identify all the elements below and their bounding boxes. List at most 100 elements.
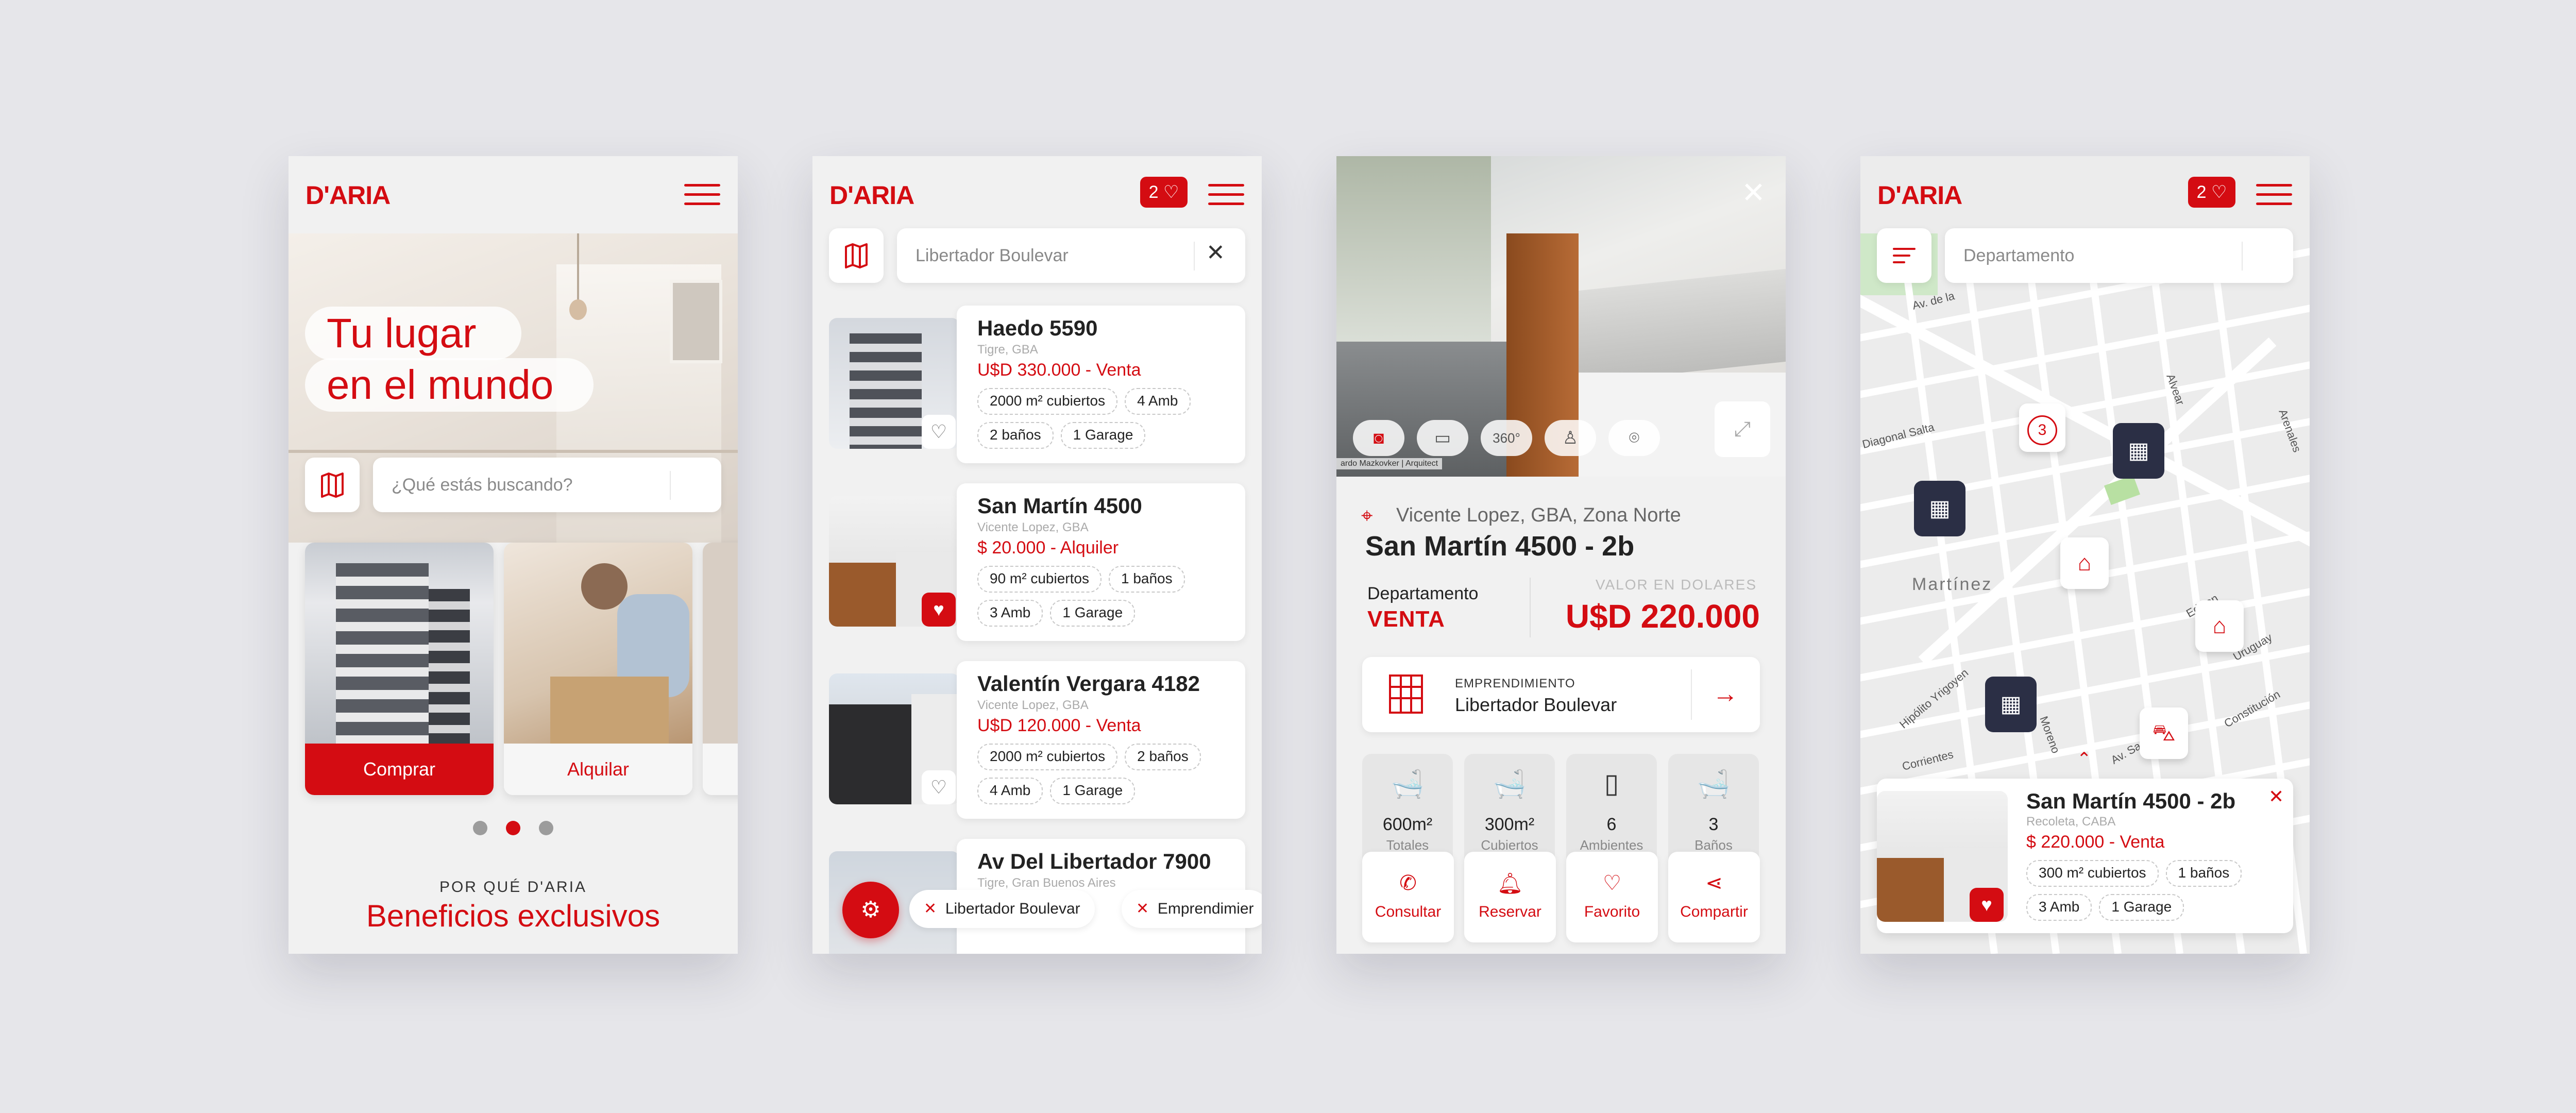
buy-button[interactable]: Comprar [305, 744, 494, 795]
search-input[interactable]: Libertador Boulevar ✕ [897, 228, 1245, 283]
operation-type: VENTA [1367, 606, 1445, 632]
car-marker-icon[interactable]: ⛍ [2140, 707, 2188, 759]
building-photo [305, 543, 494, 744]
family-photo [504, 543, 692, 744]
carousel-dot-3[interactable] [539, 821, 553, 835]
share-button[interactable]: ⋖ Compartir [1668, 852, 1760, 942]
reserve-button[interactable]: 🔔︎ Reservar [1464, 852, 1556, 942]
card-price: $ 220.000 - Venta [2026, 832, 2165, 852]
chevron-up-icon[interactable]: ⌃ [2077, 749, 2092, 769]
list-view-button[interactable] [1877, 228, 1931, 283]
photo-credit: ardo Mazkovker | Arquitect [1336, 458, 1443, 469]
tub-icon: 🛁 [1391, 769, 1425, 799]
heart-icon: ♡ [2211, 182, 2227, 202]
cluster-count: 3 [2027, 415, 2057, 445]
next-card[interactable] [703, 543, 738, 795]
card-title: Haedo 5590 [977, 316, 1098, 340]
filter-chip[interactable]: ✕ Libertador Boulevar [909, 890, 1095, 928]
camera-icon[interactable]: ◙ [1353, 420, 1404, 456]
project-name: Libertador Boulevar [1455, 694, 1617, 715]
menu-icon[interactable] [684, 182, 720, 208]
brand-logo[interactable]: D'ARIA [306, 180, 391, 210]
buy-card[interactable]: Comprar [305, 543, 494, 795]
cluster-marker[interactable]: 3 [2019, 403, 2065, 452]
property-type: Departamento [1367, 584, 1479, 603]
building-icon [1388, 673, 1424, 715]
tub-icon: 🛁 [1493, 769, 1527, 799]
remove-chip-icon[interactable]: ✕ [1136, 900, 1149, 917]
hero-title-line2: en el mundo [327, 362, 554, 408]
rent-card[interactable]: Alquilar [504, 543, 692, 795]
remove-chip-icon[interactable]: ✕ [924, 900, 937, 917]
filters-button[interactable]: ⚙ [842, 882, 899, 938]
close-card-icon[interactable]: ✕ [2268, 786, 2284, 807]
search-placeholder: ¿Qué estás buscando? [392, 475, 573, 495]
360-icon[interactable]: 360° [1481, 420, 1532, 456]
search-input[interactable]: Departamento [1945, 228, 2293, 283]
tag-garage: 1 Garage [1050, 778, 1136, 804]
carousel-dot-2-active[interactable] [506, 821, 520, 835]
brand-logo[interactable]: D'ARIA [829, 180, 914, 210]
tag-garage: 1 Garage [2099, 894, 2184, 921]
section-eyebrow: POR QUÉ D'ARIA [439, 879, 587, 896]
tag-surface: 2000 m² cubiertos [977, 744, 1118, 770]
favorite-heart-icon[interactable]: ♡ [922, 415, 956, 449]
favorite-heart-icon-active[interactable]: ♥ [1970, 888, 2004, 922]
detail-screen: ✕ ◙ ▭ 360° ♙ ⌾ ⤢ ardo Mazkovker | Arquit… [1336, 156, 1786, 954]
expand-icon[interactable]: ⤢ [1715, 401, 1770, 457]
map-icon [845, 243, 868, 268]
clear-search-icon[interactable]: ✕ [1206, 240, 1225, 266]
listing-card[interactable]: Valentín Vergara 4182 Vicente Lopez, GBA… [829, 661, 1245, 819]
location-icon[interactable]: ⌾ [1608, 420, 1660, 456]
area-label: Martínez [1912, 575, 1993, 594]
house-marker-icon[interactable]: ⌂ [2195, 600, 2244, 652]
map-screen: Av. de la Diagonal Salta Hipólito Yrigoy… [1860, 156, 2310, 954]
building-marker-icon[interactable]: ▦ [2113, 423, 2164, 479]
card-price: U$D 120.000 - Venta [977, 716, 1141, 735]
filter-chip[interactable]: ✕ Emprendimier [1122, 890, 1262, 928]
project-card[interactable]: EMPRENDIMIENTO Libertador Boulevar → [1362, 657, 1760, 732]
consult-button[interactable]: ✆ Consultar [1362, 852, 1454, 942]
map-view-button[interactable] [305, 458, 360, 512]
door-icon: ▯ [1604, 769, 1619, 799]
tag-rooms: 3 Amb [2026, 894, 2092, 921]
close-icon[interactable]: ✕ [1741, 176, 1766, 210]
tag-rooms: 4 Amb [1125, 388, 1191, 415]
lamp-icon[interactable]: ♙ [1545, 420, 1596, 456]
tag-surface: 300 m² cubiertos [2026, 860, 2159, 887]
video-icon[interactable]: ▭ [1417, 420, 1468, 456]
favorite-heart-icon[interactable]: ♡ [922, 770, 956, 804]
map-property-card[interactable]: ♥ San Martín 4500 - 2b ✕ Recoleta, CABA … [1877, 779, 2293, 933]
menu-icon[interactable] [1208, 182, 1244, 208]
property-price: U$D 220.000 [1565, 598, 1760, 635]
tag-surface: 2000 m² cubiertos [977, 388, 1118, 415]
arrow-right-icon[interactable]: → [1713, 679, 1738, 709]
tag-baths: 1 baños [1108, 566, 1185, 593]
listing-card[interactable]: San Martín 4500 Vicente Lopez, GBA $ 20.… [829, 483, 1245, 641]
house-marker-icon[interactable]: ⌂ [2060, 537, 2109, 589]
heart-icon: ♡ [1163, 182, 1179, 202]
brand-logo[interactable]: D'ARIA [1877, 180, 1962, 210]
favorites-count: 2 [2196, 182, 2207, 202]
favorite-button[interactable]: ♡ Favorito [1566, 852, 1658, 942]
building-marker-icon[interactable]: ▦ [1985, 677, 2037, 732]
card-title: San Martín 4500 - 2b [2026, 789, 2236, 813]
search-input[interactable]: ¿Qué estás buscando? [373, 458, 721, 512]
carousel-dot-1[interactable] [473, 821, 487, 835]
map-view-button[interactable] [829, 228, 884, 283]
tag-baths: 2 baños [1125, 744, 1201, 770]
favorite-heart-icon-active[interactable]: ♥ [922, 593, 956, 627]
property-location: Vicente Lopez, GBA, Zona Norte [1396, 504, 1681, 526]
card-location: Vicente Lopez, GBA [977, 698, 1089, 712]
hero-title-line1: Tu lugar [327, 310, 477, 356]
sliders-icon: ⚙ [860, 897, 881, 922]
heart-icon: ♡ [1603, 872, 1621, 895]
favorites-button[interactable]: 2 ♡ [1140, 177, 1188, 208]
menu-icon[interactable] [2256, 182, 2292, 208]
building-marker-icon[interactable]: ▦ [1914, 481, 1965, 536]
card-title: Valentín Vergara 4182 [977, 671, 1200, 696]
favorites-button[interactable]: 2 ♡ [2188, 177, 2235, 208]
listing-card[interactable]: Haedo 5590 Tigre, GBA U$D 330.000 - Vent… [829, 306, 1245, 463]
card-price: U$D 330.000 - Venta [977, 360, 1141, 380]
rent-button[interactable]: Alquilar [504, 744, 692, 795]
